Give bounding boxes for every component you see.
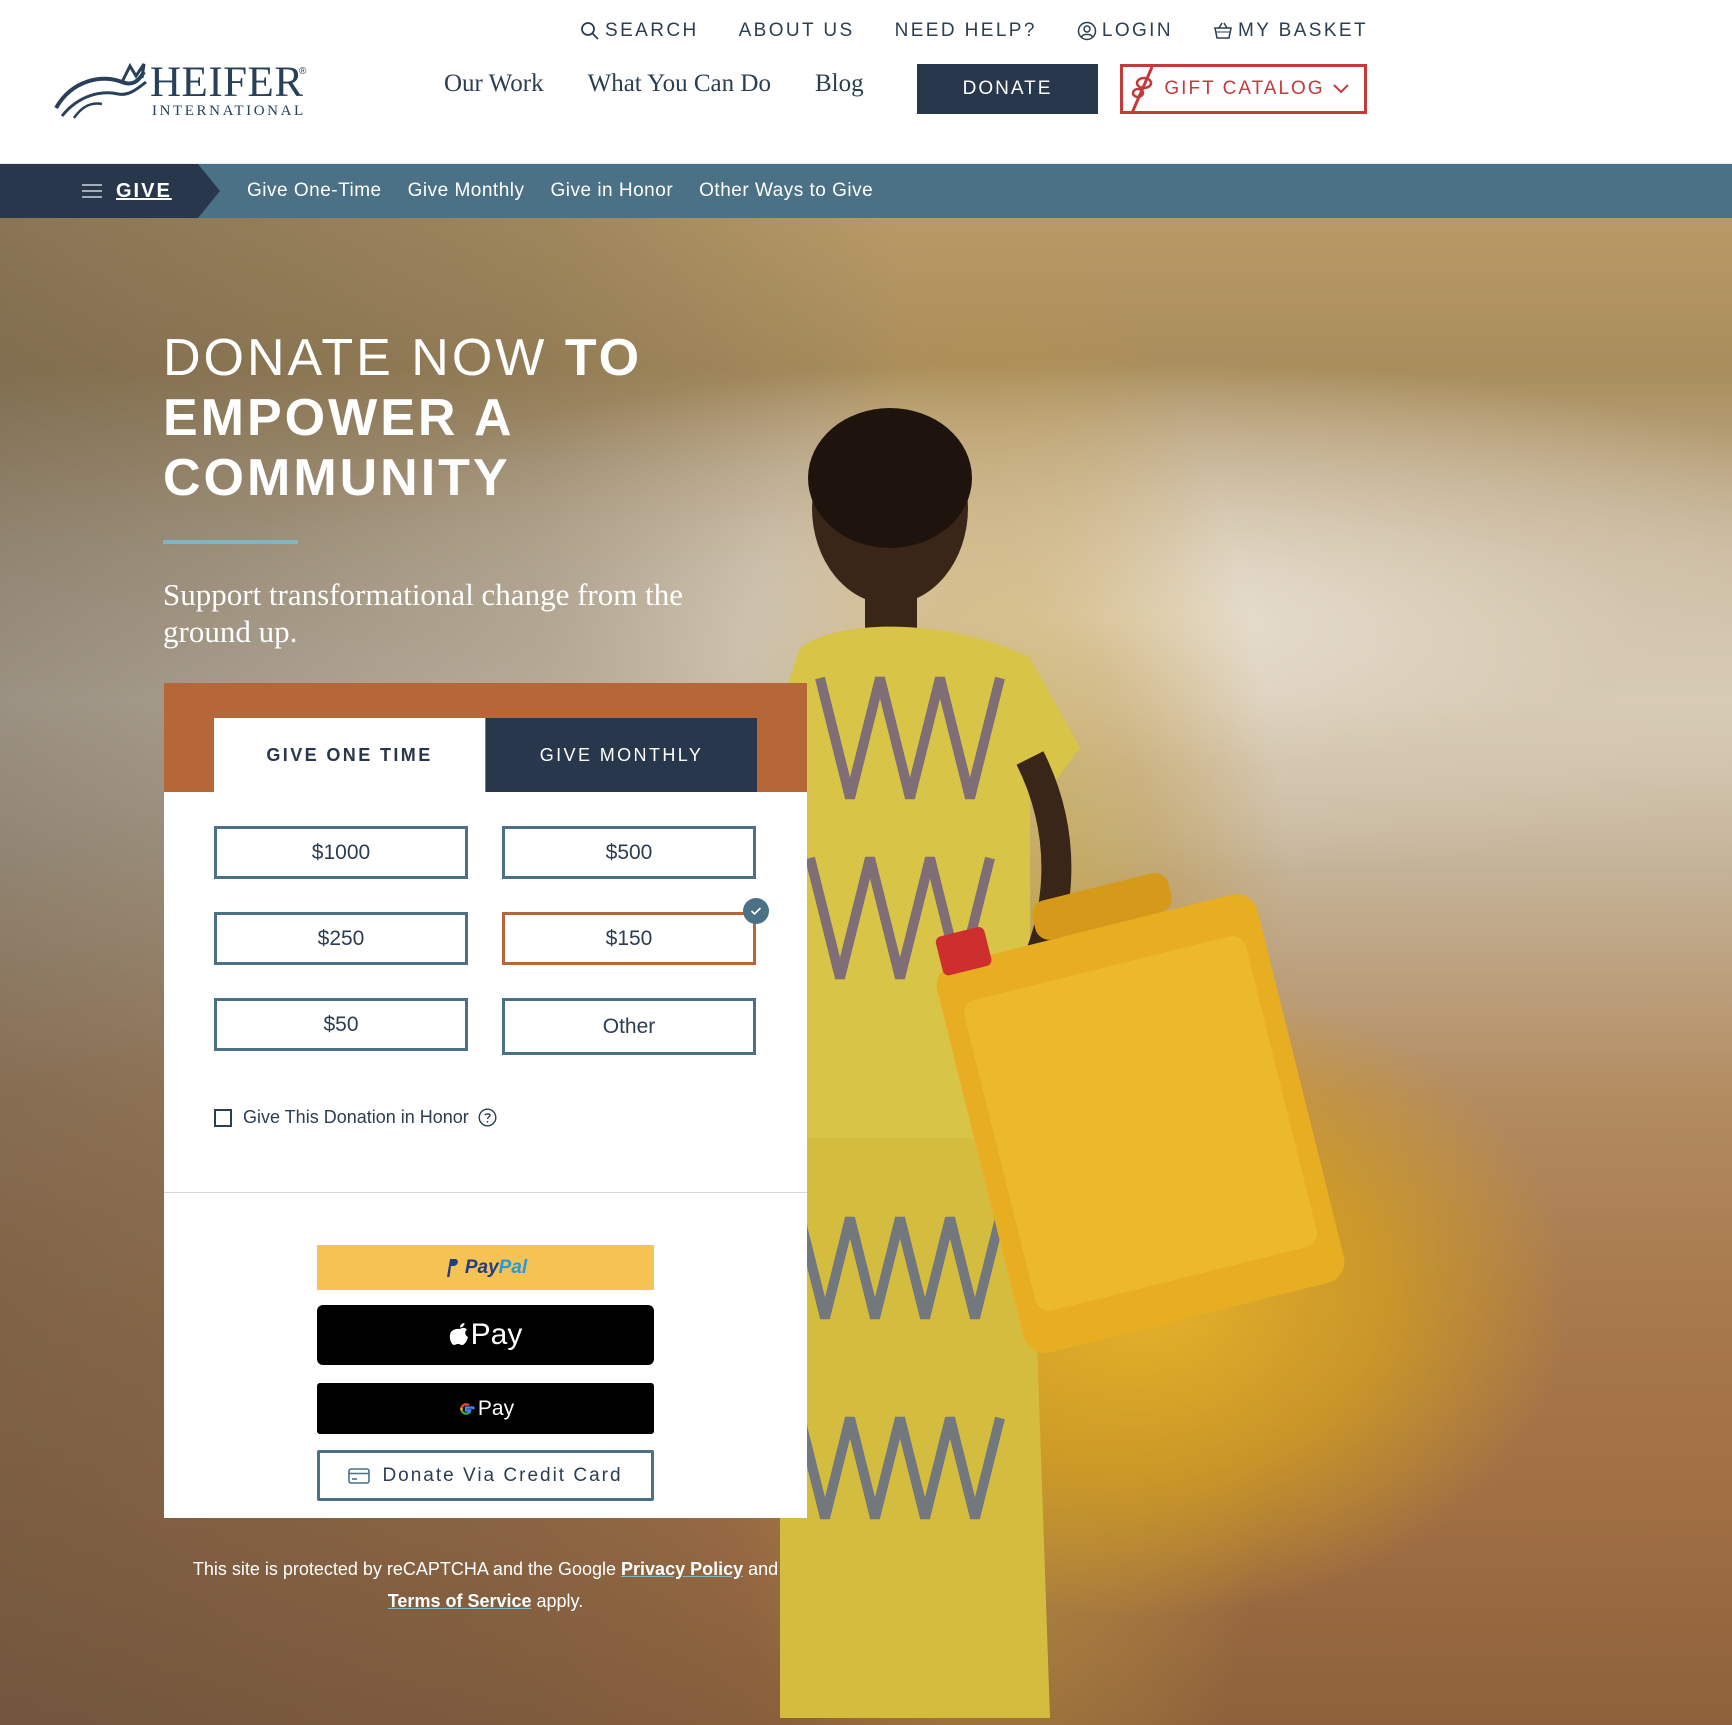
hero-divider xyxy=(163,540,298,544)
donate-button-label: DONATE xyxy=(962,78,1053,99)
about-us-link[interactable]: ABOUT US xyxy=(739,20,855,42)
donation-form-card: GIVE ONE TIME GIVE MONTHLY $1000 $500 $2… xyxy=(164,683,807,1518)
terms-of-service-link[interactable]: Terms of Service xyxy=(388,1591,532,1611)
site-header: HEIFER ® INTERNATIONAL SEARCH ABOUT US N… xyxy=(0,0,1732,164)
my-basket-link[interactable]: MY BASKET xyxy=(1213,20,1368,42)
recaptcha-text-2: and xyxy=(743,1559,779,1579)
login-link[interactable]: LOGIN xyxy=(1077,20,1173,42)
subnav-other-ways-to-give[interactable]: Other Ways to Give xyxy=(699,180,873,202)
tab-give-one-time[interactable]: GIVE ONE TIME xyxy=(214,718,485,792)
heifer-logo[interactable]: HEIFER ® INTERNATIONAL xyxy=(52,56,312,126)
apple-pay-label: Pay xyxy=(470,1318,523,1351)
give-label: GIVE xyxy=(116,179,172,202)
google-icon xyxy=(460,1402,475,1415)
gift-catalog-button[interactable]: GIFT CATALOG xyxy=(1120,64,1367,114)
hero-section: DONATE NOW TO EMPOWER A COMMUNITY Suppor… xyxy=(0,218,1732,1725)
nav-our-work[interactable]: Our Work xyxy=(444,70,544,98)
credit-card-button[interactable]: Donate Via Credit Card xyxy=(317,1450,654,1501)
selected-amount-badge xyxy=(743,898,769,924)
ribbon-icon xyxy=(1130,67,1154,113)
give-menu-toggle[interactable]: GIVE xyxy=(0,164,220,218)
amount-option-50[interactable]: $50 xyxy=(214,998,468,1051)
amount-option-150[interactable]: $150 xyxy=(502,912,756,965)
give-in-honor-option: Give This Donation in Honor xyxy=(214,1107,497,1128)
amount-option-250[interactable]: $250 xyxy=(214,912,468,965)
donate-button[interactable]: DONATE xyxy=(917,64,1098,114)
tab-give-one-time-label: GIVE ONE TIME xyxy=(266,744,433,765)
hero-subtitle: Support transformational change from the… xyxy=(163,577,683,649)
heifer-logo-mark-icon xyxy=(54,62,147,119)
google-pay-button[interactable]: Pay xyxy=(317,1383,654,1434)
logo-subtitle: INTERNATIONAL xyxy=(152,103,306,119)
tab-give-monthly[interactable]: GIVE MONTHLY xyxy=(486,718,757,792)
credit-card-label: Donate Via Credit Card xyxy=(382,1464,623,1486)
logo-registered-mark: ® xyxy=(299,66,307,77)
form-divider xyxy=(164,1192,807,1193)
tab-give-monthly-label: GIVE MONTHLY xyxy=(539,744,704,765)
paypal-wordmark: PayPal xyxy=(465,1257,527,1279)
nav-what-you-can-do[interactable]: What You Can Do xyxy=(588,70,771,98)
search-label: SEARCH xyxy=(605,20,699,41)
paypal-icon xyxy=(446,1258,458,1277)
hero-title: DONATE NOW TO EMPOWER A COMMUNITY xyxy=(163,328,723,508)
gift-catalog-label: GIFT CATALOG xyxy=(1164,78,1325,99)
menu-icon xyxy=(82,184,102,198)
recaptcha-notice: This site is protected by reCAPTCHA and … xyxy=(164,1553,807,1617)
subnav-give-monthly[interactable]: Give Monthly xyxy=(408,180,525,202)
subnav-give-in-honor[interactable]: Give in Honor xyxy=(550,180,673,202)
hero-photo-girl-with-water-container xyxy=(780,408,1345,1718)
give-in-honor-label[interactable]: Give This Donation in Honor xyxy=(243,1107,469,1128)
give-tab-arrow xyxy=(198,164,220,218)
recaptcha-text-3: apply. xyxy=(531,1591,584,1611)
search-icon xyxy=(581,22,599,40)
paypal-wordmark-pal: Pal xyxy=(498,1256,528,1278)
google-pay-label: Pay xyxy=(477,1396,515,1420)
utility-nav: SEARCH ABOUT US NEED HELP? LOGIN MY BASK… xyxy=(580,18,1368,44)
check-icon xyxy=(750,907,762,916)
give-subnav: Give One-Time Give Monthly Give in Honor… xyxy=(247,164,899,218)
user-icon xyxy=(1077,21,1097,41)
my-basket-label: MY BASKET xyxy=(1237,20,1368,41)
help-icon[interactable] xyxy=(478,1108,497,1127)
nav-blog[interactable]: Blog xyxy=(815,70,864,98)
about-us-label: ABOUT US xyxy=(738,20,855,41)
need-help-link[interactable]: NEED HELP? xyxy=(895,20,1037,42)
recaptcha-text-1: This site is protected by reCAPTCHA and … xyxy=(192,1559,622,1579)
apple-pay-button[interactable]: Pay xyxy=(317,1305,654,1365)
logo-wordmark: HEIFER xyxy=(150,59,304,106)
main-nav: Our Work What You Can Do Blog xyxy=(444,70,864,98)
chevron-down-icon xyxy=(1332,84,1349,94)
hero-title-light: DONATE NOW xyxy=(163,329,565,387)
amount-option-500[interactable]: $500 xyxy=(502,826,756,879)
credit-card-icon xyxy=(348,1467,371,1484)
apple-icon xyxy=(449,1323,468,1345)
amount-option-1000[interactable]: $1000 xyxy=(214,826,468,879)
search-link[interactable]: SEARCH xyxy=(580,20,699,42)
need-help-label: NEED HELP? xyxy=(894,20,1037,41)
basket-icon xyxy=(1214,22,1232,39)
give-in-honor-checkbox[interactable] xyxy=(214,1108,232,1127)
login-label: LOGIN xyxy=(1101,20,1173,41)
privacy-policy-link[interactable]: Privacy Policy xyxy=(621,1559,743,1579)
paypal-wordmark-pay: Pay xyxy=(464,1256,499,1278)
subnav-give-one-time[interactable]: Give One-Time xyxy=(247,180,382,202)
give-subnav-bar: GIVE Give One-Time Give Monthly Give in … xyxy=(0,164,1732,218)
paypal-button[interactable]: PayPal xyxy=(317,1245,654,1290)
amount-option-other[interactable]: Other xyxy=(502,998,756,1055)
